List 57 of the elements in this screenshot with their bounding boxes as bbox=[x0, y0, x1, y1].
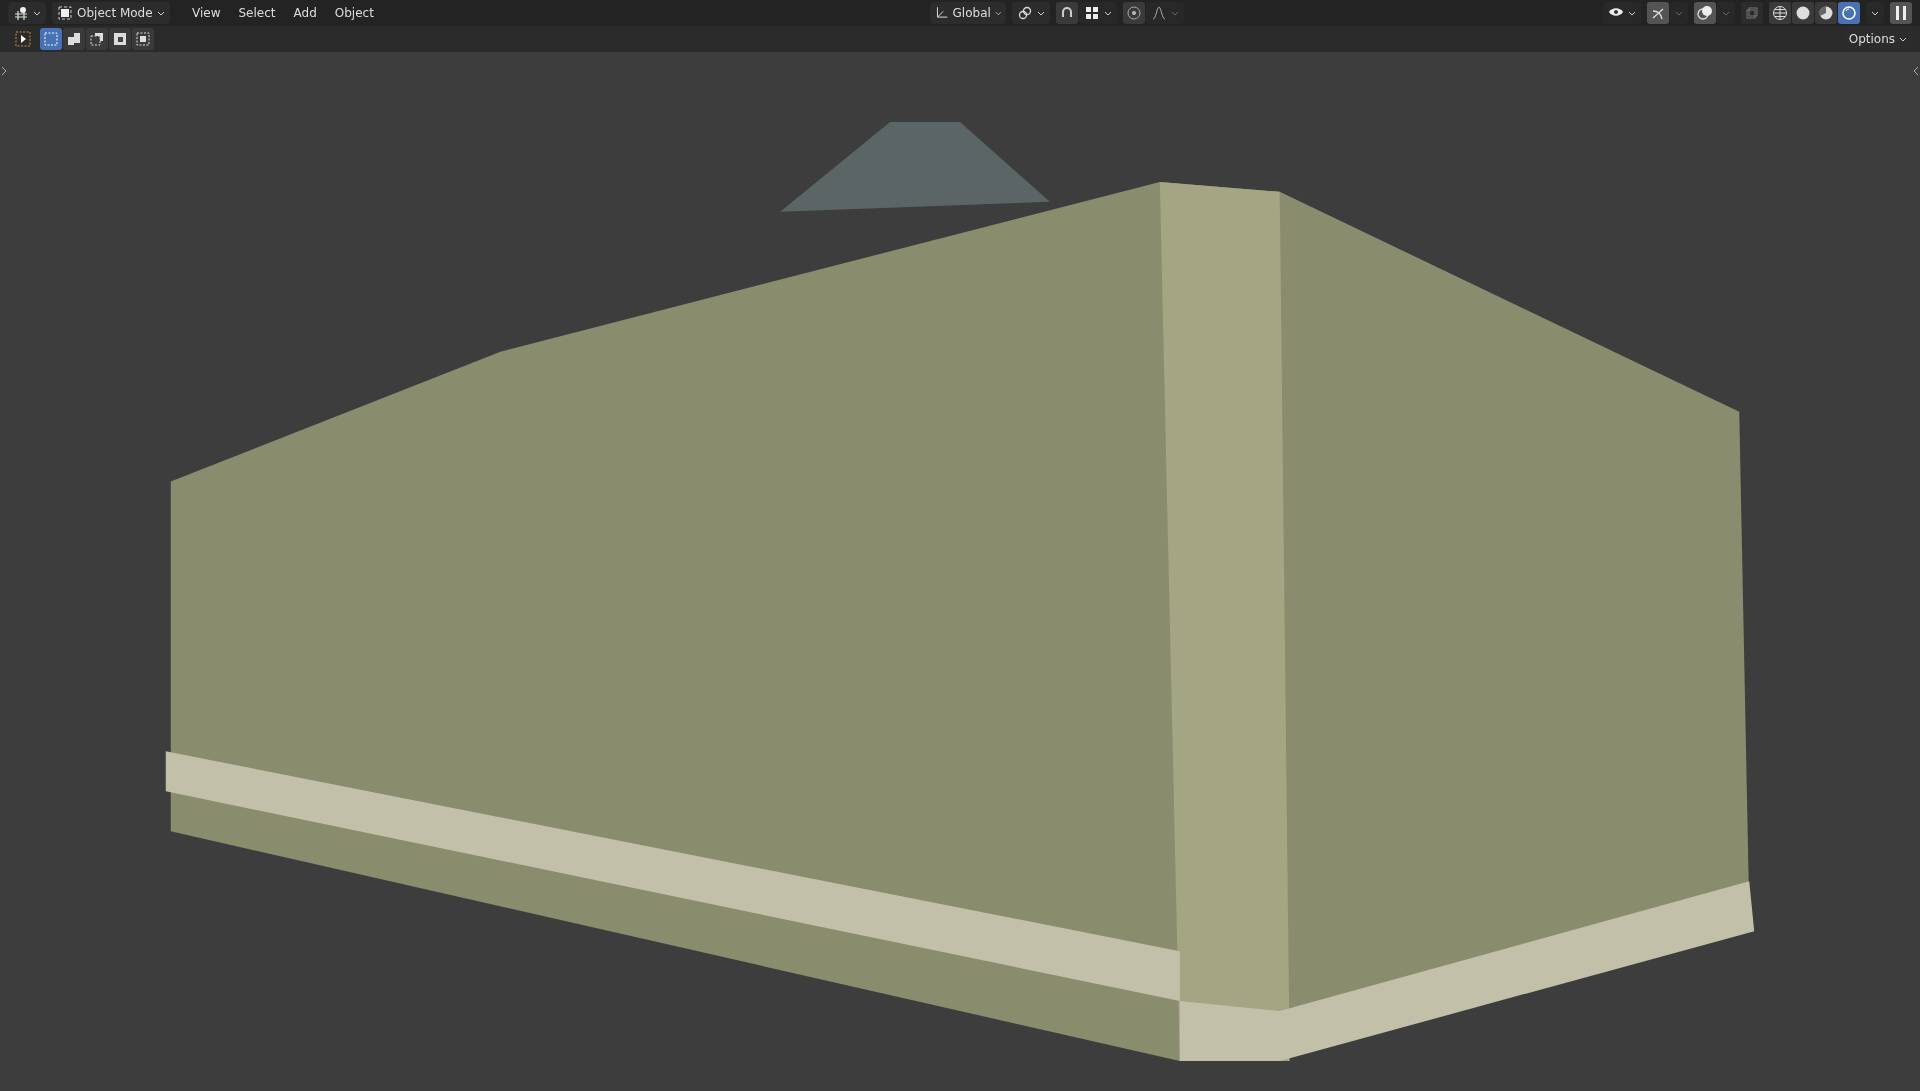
shading-mode-button[interactable] bbox=[1815, 2, 1837, 24]
axes-icon bbox=[935, 5, 949, 21]
overlays-toggle[interactable] bbox=[1694, 2, 1716, 24]
caret-icon bbox=[1722, 9, 1730, 17]
subtract-selection-icon bbox=[89, 31, 105, 47]
caret-icon bbox=[33, 9, 41, 17]
pause-button[interactable] bbox=[1890, 2, 1912, 24]
pause-icon bbox=[1893, 5, 1909, 21]
select-tool-button[interactable] bbox=[12, 28, 34, 50]
selection-mode-button[interactable] bbox=[63, 28, 85, 50]
selection-mode-button[interactable] bbox=[109, 28, 131, 50]
cube-icon bbox=[57, 5, 73, 21]
curve-icon bbox=[1151, 5, 1168, 21]
snap-toggle[interactable] bbox=[1056, 2, 1079, 24]
target-icon bbox=[1126, 5, 1143, 21]
visibility-dropdown[interactable] bbox=[1603, 2, 1641, 24]
intersect-selection-icon bbox=[135, 31, 151, 47]
material-sphere-icon bbox=[1818, 5, 1834, 21]
shading-mode-button[interactable] bbox=[1838, 2, 1860, 24]
caret-icon bbox=[1675, 9, 1683, 17]
snap-target-dropdown[interactable] bbox=[1079, 2, 1118, 24]
menu-item[interactable]: Object bbox=[326, 2, 382, 24]
cursor-icon bbox=[15, 31, 31, 47]
extend-selection-icon bbox=[66, 31, 82, 47]
gizmo-toggle[interactable] bbox=[1647, 2, 1669, 24]
orientation-dropdown[interactable]: Global bbox=[930, 2, 1007, 24]
menu-item[interactable]: View bbox=[184, 2, 229, 24]
caret-icon bbox=[994, 9, 1002, 17]
caret-icon bbox=[1104, 9, 1113, 17]
caret-icon bbox=[1871, 9, 1879, 17]
editor-type-button[interactable] bbox=[8, 2, 46, 24]
solid-sphere-icon bbox=[1795, 5, 1811, 21]
proportional-editing-toggle[interactable] bbox=[1123, 2, 1146, 24]
shading-mode-button[interactable] bbox=[1792, 2, 1814, 24]
menu-item[interactable]: Add bbox=[285, 2, 325, 24]
grid-icon bbox=[1084, 5, 1101, 21]
viewport-icon bbox=[13, 5, 29, 21]
caret-icon bbox=[1171, 9, 1180, 17]
menu-item[interactable]: Select bbox=[230, 2, 284, 24]
shading-mode-button[interactable] bbox=[1769, 2, 1791, 24]
caret-icon bbox=[157, 9, 165, 17]
caret-icon bbox=[1899, 35, 1907, 43]
rendered-sphere-icon bbox=[1841, 5, 1857, 21]
mode-dropdown[interactable]: Object Mode bbox=[52, 2, 170, 24]
wireframe-sphere-icon bbox=[1772, 5, 1788, 21]
overlay-icon bbox=[1697, 5, 1713, 21]
new-selection-icon bbox=[43, 31, 59, 47]
caret-icon bbox=[1037, 9, 1046, 17]
selection-mode-button[interactable] bbox=[86, 28, 108, 50]
xray-icon bbox=[1744, 5, 1760, 21]
link-icon bbox=[1017, 5, 1034, 21]
invert-selection-icon bbox=[112, 31, 128, 47]
falloff-dropdown[interactable] bbox=[1146, 2, 1185, 24]
pivot-dropdown[interactable] bbox=[1012, 2, 1051, 24]
caret-icon bbox=[1628, 9, 1636, 17]
xray-toggle[interactable] bbox=[1741, 2, 1763, 24]
selection-mode-button[interactable] bbox=[132, 28, 154, 50]
